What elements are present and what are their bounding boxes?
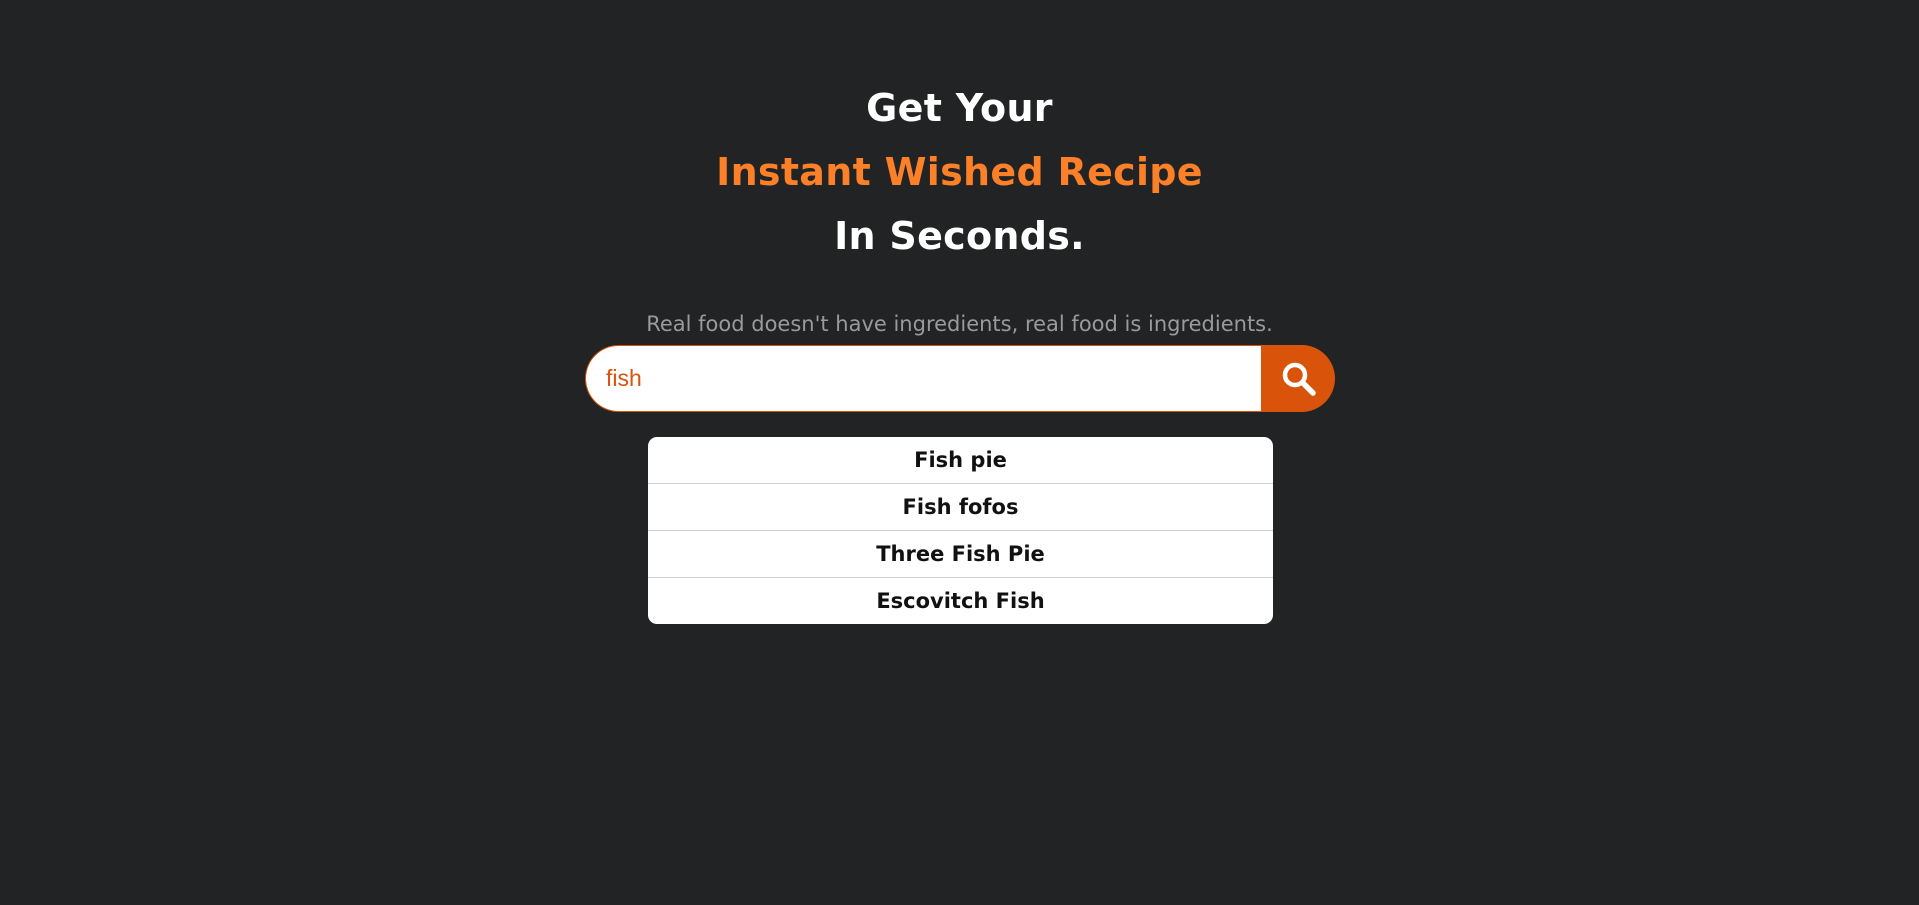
headline-line-1: Get Your — [866, 86, 1053, 130]
search-button[interactable] — [1261, 345, 1335, 412]
tagline: Real food doesn't have ingredients, real… — [646, 312, 1273, 336]
search-icon — [1282, 362, 1316, 396]
headline-line-2-highlight: Instant Wished Recipe — [716, 150, 1203, 194]
suggestion-item[interactable]: Three Fish Pie — [648, 531, 1273, 578]
search-form — [585, 345, 1335, 412]
suggestion-item[interactable]: Fish fofos — [648, 484, 1273, 531]
suggestion-item[interactable]: Fish pie — [648, 437, 1273, 484]
suggestion-list: Fish pie Fish fofos Three Fish Pie Escov… — [648, 437, 1273, 624]
suggestion-item[interactable]: Escovitch Fish — [648, 578, 1273, 624]
search-input[interactable] — [585, 345, 1261, 412]
headline-line-3: In Seconds. — [834, 214, 1085, 258]
